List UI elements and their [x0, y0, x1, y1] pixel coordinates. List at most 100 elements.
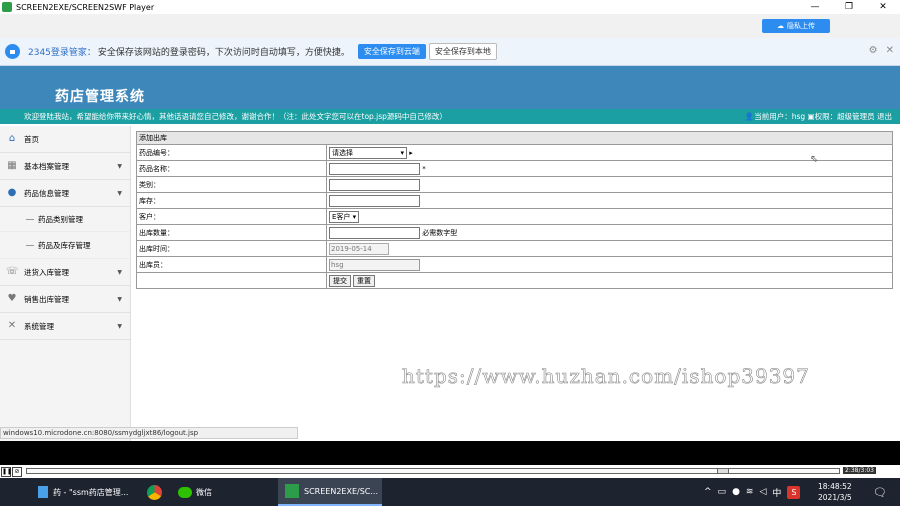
- taskbar-app-chrome[interactable]: [147, 478, 162, 506]
- form-label: 出库时间：: [136, 240, 327, 257]
- clerk-field[interactable]: hsg: [329, 258, 420, 271]
- chevron-down-icon: ▼: [117, 269, 122, 276]
- playback-time: 2:38/3:03: [843, 467, 876, 474]
- volume-icon[interactable]: ◁: [759, 487, 766, 497]
- chrome-icon: [147, 484, 162, 500]
- status-url: windows10.microdone.cn:8080/ssmydgljxt86…: [0, 427, 298, 439]
- submit-button[interactable]: 提交: [329, 274, 351, 287]
- outbound-date-field[interactable]: 2019-05-14: [329, 242, 389, 255]
- role-icon: ▣: [807, 112, 815, 121]
- sidebar-subitem-drug-category[interactable]: 药品类别管理: [0, 207, 130, 232]
- sidebar-subitem-label: 药品及库存管理: [38, 240, 91, 250]
- welcome-bar: 欢迎登陆我站，希望能给你带来好心情，其他话语请您自己修改，谢谢合作！（注：此处文…: [0, 109, 900, 124]
- chevron-down-icon: ▼: [117, 323, 122, 330]
- minimize-button[interactable]: —: [798, 0, 832, 14]
- pointer-icon: ▸: [409, 148, 413, 157]
- password-manager-bar: 2345登录管家： 安全保存该网站的登录密码，下次访问时自动填写，方便快捷。 安…: [0, 38, 900, 66]
- close-bar-icon[interactable]: ✕: [886, 45, 894, 56]
- form-label: 药品名称：: [136, 160, 327, 177]
- system-tray: ^ ▭ ● ≋ ◁ 中 S: [704, 478, 801, 506]
- sidebar-item-label: 进货入库管理: [24, 267, 69, 277]
- system-title: 药店管理系统: [55, 89, 145, 105]
- customer-select[interactable]: E客户 ▾: [329, 210, 360, 223]
- sidebar-item-label: 药品信息管理: [24, 188, 69, 198]
- form-label-empty: [136, 272, 327, 289]
- wechat-icon: [178, 486, 192, 498]
- clock-time: 18:48:52: [818, 482, 852, 491]
- seek-thumb[interactable]: [717, 468, 729, 474]
- settings-gear-icon[interactable]: ⚙: [869, 45, 878, 56]
- close-button[interactable]: ✕: [866, 0, 900, 14]
- sidebar-item-system[interactable]: ✕ 系统管理 ▼: [0, 313, 130, 340]
- sidebar-item-home[interactable]: ⌂ 首页: [0, 126, 130, 153]
- save-local-button[interactable]: 安全保存到本地: [428, 43, 497, 60]
- watermark: https://www.huzhan.com/ishop39397: [402, 364, 810, 389]
- welcome-message: 欢迎登陆我站，希望能给你带来好心情，其他话语请您自己修改，谢谢合作！（注：此处文…: [24, 112, 447, 121]
- sidebar-item-sales[interactable]: ♥ 销售出库管理 ▼: [0, 286, 130, 313]
- sogou-icon[interactable]: S: [787, 485, 801, 499]
- user-role: 权限：超级管理员: [814, 112, 875, 121]
- taskbar-app-label: 微信: [196, 487, 212, 497]
- clock[interactable]: 18:48:52 2021/3/5: [818, 478, 852, 506]
- sidebar-item-label: 基本档案管理: [24, 161, 69, 171]
- password-message: 安全保存该网站的登录密码，下次访问时自动填写，方便快捷。: [97, 48, 350, 58]
- notification-icon[interactable]: 🗨: [873, 478, 887, 506]
- wifi-icon[interactable]: ≋: [746, 487, 754, 497]
- customer-select-value: E客户: [332, 212, 351, 221]
- logout-link[interactable]: 退出: [877, 112, 892, 121]
- quantity-field[interactable]: [329, 226, 420, 239]
- browser-icon: [38, 486, 48, 498]
- window-title: SCREEN2EXE/SCREEN2SWF Player: [16, 2, 155, 12]
- tools-icon: ✕: [7, 320, 17, 331]
- player-viewport: ☁ 隐私上传 2345登录管家： 安全保存该网站的登录密码，下次访问时自动填写，…: [0, 14, 900, 441]
- windows-start-icon[interactable]: [10, 486, 22, 498]
- sidebar-subitem-drug-stock[interactable]: 药品及库存管理: [0, 232, 130, 259]
- keyboard-icon[interactable]: ▭: [718, 487, 727, 497]
- sidebar-item-basic-records[interactable]: ▦ 基本档案管理 ▼: [0, 153, 130, 180]
- reset-button[interactable]: 重置: [353, 274, 375, 287]
- sidebar-item-label: 系统管理: [24, 321, 54, 331]
- cloud-icon: ☁: [777, 22, 784, 30]
- form-label: 类别：: [136, 176, 327, 193]
- form-label: 出库数量：: [136, 224, 327, 241]
- window-titlebar: SCREEN2EXE/SCREEN2SWF Player — ❐ ✕: [0, 0, 900, 14]
- seek-bar[interactable]: [26, 468, 840, 474]
- home-icon: ⌂: [8, 133, 16, 144]
- save-cloud-button[interactable]: 安全保存到云端: [357, 44, 426, 59]
- maximize-button[interactable]: ❐: [832, 0, 866, 14]
- chevron-down-icon: ▼: [117, 163, 122, 170]
- pause-icon[interactable]: ❚❚: [1, 466, 12, 477]
- taskbar-app-label: 药 - "ssm药店管理...: [53, 487, 129, 497]
- drug-id-select[interactable]: 请选择 ▾: [329, 146, 407, 159]
- ime-indicator[interactable]: 中: [772, 486, 781, 499]
- cloud-upload-button[interactable]: ☁ 隐私上传: [762, 19, 830, 33]
- mouse-cursor-icon: ⇖: [810, 154, 819, 165]
- current-user: 当前用户：hsg: [754, 112, 806, 121]
- taskbar-app-browser[interactable]: 药 - "ssm药店管理...: [38, 478, 138, 506]
- sidebar-item-label: 销售出库管理: [24, 294, 69, 304]
- taskbar-app-screen2exe[interactable]: SCREEN2EXE/SC...: [278, 478, 382, 506]
- form-label: 客户：: [136, 208, 327, 225]
- taskbar-app-wechat[interactable]: 微信: [178, 478, 212, 506]
- sidebar: ⌂ 首页 ▦ 基本档案管理 ▼ ● 药品信息管理 ▼ 药品类别管理 药品及库存管理 ☏ 进货…: [0, 126, 131, 441]
- settings-icon[interactable]: ⊘: [12, 466, 22, 477]
- form-label: 库存：: [136, 192, 327, 209]
- password-brand: 2345登录管家：: [28, 48, 96, 58]
- screen2exe-icon: [285, 484, 299, 498]
- sidebar-subitem-label: 药品类别管理: [38, 214, 83, 224]
- clock-date: 2021/3/5: [818, 493, 852, 502]
- chevron-up-icon[interactable]: ^: [704, 487, 712, 497]
- sidebar-item-purchase[interactable]: ☏ 进货入库管理 ▼: [0, 259, 130, 286]
- cloud-upload-label: 隐私上传: [787, 22, 815, 30]
- category-field[interactable]: [329, 178, 420, 191]
- form-label: 药品编号：: [136, 144, 327, 161]
- required-mark: *: [422, 164, 426, 173]
- form-label: 出库员：: [136, 256, 327, 273]
- stock-field[interactable]: [329, 194, 420, 207]
- player-controls: ❚❚ ⊘ 2:38/3:03: [0, 465, 900, 478]
- user-info: 👤当前用户：hsg ▣权限：超级管理员 退出: [745, 109, 892, 124]
- site-header: 药店管理系统: [0, 66, 900, 109]
- drug-name-field[interactable]: [329, 162, 420, 175]
- microphone-icon[interactable]: ●: [732, 487, 740, 497]
- sidebar-item-drug-info[interactable]: ● 药品信息管理 ▼: [0, 180, 130, 207]
